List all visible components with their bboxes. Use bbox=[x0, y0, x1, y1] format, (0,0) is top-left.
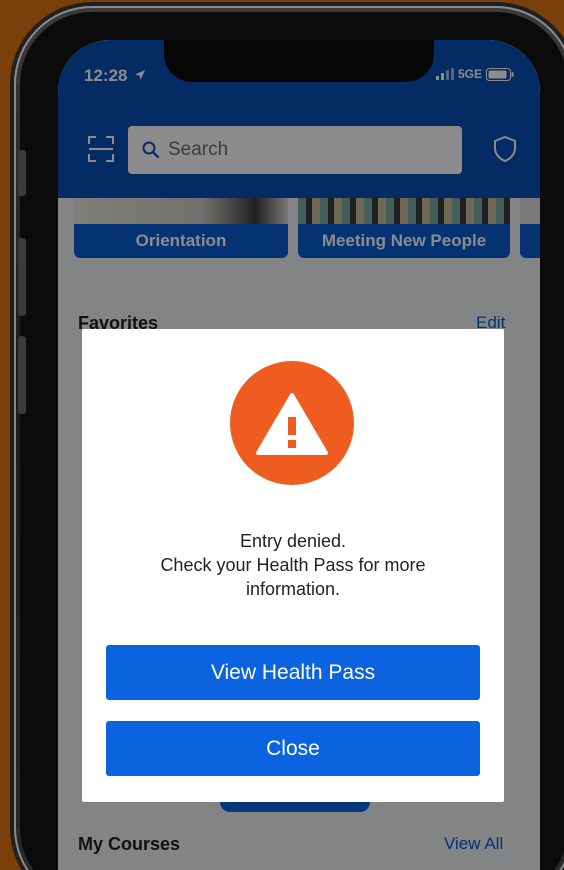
close-button[interactable]: Close bbox=[106, 721, 480, 776]
modal-message-line-3: information. bbox=[245, 579, 341, 599]
volume-up-button bbox=[18, 238, 26, 316]
modal-message-line-1: Entry denied. bbox=[239, 531, 347, 551]
warning-icon bbox=[256, 393, 328, 455]
modal-message-line-2: Check your Health Pass for more bbox=[160, 555, 426, 575]
view-health-pass-button[interactable]: View Health Pass bbox=[106, 645, 480, 700]
volume-down-button bbox=[18, 336, 26, 414]
stage: 12:28 5GE Search Orientation Meeting New… bbox=[0, 0, 564, 870]
entry-denied-dialog: Entry denied. Check your Health Pass for… bbox=[82, 329, 504, 802]
warning-badge bbox=[230, 361, 354, 485]
mute-switch bbox=[18, 150, 26, 196]
